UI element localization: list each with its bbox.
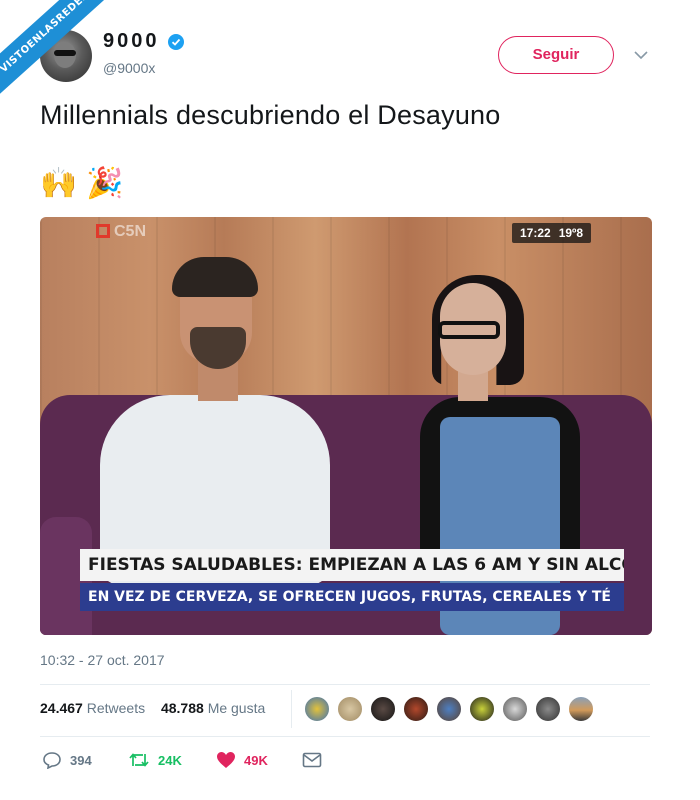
verified-badge-icon <box>168 34 184 50</box>
tv-temperature: 19º8 <box>558 226 584 240</box>
divider <box>40 736 650 737</box>
user-handle[interactable]: @9000x <box>103 60 155 76</box>
channel-logo: C5N <box>96 223 146 241</box>
like-button[interactable]: 49K <box>216 748 268 772</box>
display-name[interactable]: 9000 <box>103 30 160 53</box>
liker-avatar[interactable] <box>436 696 462 722</box>
retweet-icon <box>129 753 149 767</box>
reply-count: 394 <box>70 752 92 768</box>
tv-clock: 17:22 19º8 <box>512 223 592 243</box>
envelope-icon <box>302 752 322 768</box>
reply-icon <box>43 752 61 769</box>
tweet-text: Millennials descubriendo el Desayuno <box>40 100 501 130</box>
tweet-stats: 24.467 Retweets 48.788 Me gusta <box>40 700 265 716</box>
liker-avatar[interactable] <box>535 696 561 722</box>
follow-button[interactable]: Seguir <box>498 36 614 74</box>
emoji-row: 🙌 🎉 <box>40 166 124 202</box>
retweet-count: 24K <box>158 752 182 768</box>
divider <box>40 684 650 685</box>
retweet-button[interactable]: 24K <box>128 748 182 772</box>
retweets-count[interactable]: 24.467 <box>40 700 83 716</box>
news-headline: FIESTAS SALUDABLES: EMPIEZAN A LAS 6 AM … <box>80 549 624 581</box>
tweet-timestamp[interactable]: 10:32 - 27 oct. 2017 <box>40 652 165 668</box>
tweet-media-image[interactable]: C5N 17:22 19º8 FIESTAS SALUDABLES: EMPIEZ… <box>40 217 652 635</box>
tv-time: 17:22 <box>520 226 551 240</box>
liker-avatar[interactable] <box>568 696 594 722</box>
liker-avatar[interactable] <box>403 696 429 722</box>
party-popper-icon: 🎉 <box>86 167 124 200</box>
likes-count[interactable]: 48.788 <box>161 700 204 716</box>
liker-avatar[interactable] <box>502 696 528 722</box>
liker-avatar[interactable] <box>469 696 495 722</box>
like-count: 49K <box>244 752 268 768</box>
reply-button[interactable]: 394 <box>42 748 92 772</box>
retweets-label[interactable]: Retweets <box>87 700 145 716</box>
likes-label[interactable]: Me gusta <box>208 700 266 716</box>
chevron-down-icon[interactable] <box>634 50 648 60</box>
liker-avatar[interactable] <box>370 696 396 722</box>
liker-avatar[interactable] <box>304 696 330 722</box>
direct-message-button[interactable] <box>302 748 330 772</box>
heart-icon <box>217 752 235 768</box>
divider <box>291 690 292 728</box>
raising-hands-icon: 🙌 <box>40 167 78 200</box>
news-subheadline: EN VEZ DE CERVEZA, SE OFRECEN JUGOS, FRU… <box>80 583 624 611</box>
liker-avatar[interactable] <box>337 696 363 722</box>
